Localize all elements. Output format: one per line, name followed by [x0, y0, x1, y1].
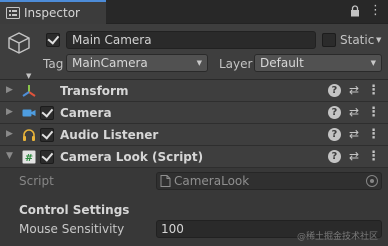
more-menu-icon[interactable]: ⋮ [367, 150, 380, 163]
mouse-sensitivity-label: Mouse Sensitivity [19, 222, 125, 236]
script-hash-icon: # [22, 150, 36, 164]
help-icon[interactable]: ? [327, 150, 341, 163]
static-dropdown-arrow[interactable]: ▼ [376, 36, 381, 44]
icon-dropdown-arrow[interactable]: ▼ [26, 72, 31, 80]
script-component-body: Script CameraLook Control Settings Mouse… [0, 168, 388, 246]
lock-icon[interactable] [350, 5, 360, 17]
more-menu-icon[interactable]: ⋮ [369, 4, 382, 18]
component-title: Audio Listener [60, 128, 159, 142]
layer-dropdown[interactable]: Default ▼ [254, 54, 382, 72]
info-icon [6, 7, 20, 19]
more-menu-icon[interactable]: ⋮ [367, 84, 380, 97]
tab-label: Inspector [24, 6, 80, 20]
component-title: Camera [60, 106, 112, 120]
headphones-icon [23, 129, 35, 141]
object-picker-icon[interactable] [366, 175, 378, 187]
script-value: CameraLook [174, 174, 250, 188]
help-icon[interactable]: ? [327, 106, 341, 119]
chevron-down-icon: ▼ [370, 59, 376, 67]
preset-icon[interactable]: ⇄ [349, 150, 359, 163]
more-menu-icon[interactable]: ⋮ [367, 106, 380, 119]
component-actions: ? ⇄ ⋮ [327, 106, 380, 119]
active-checkbox[interactable] [46, 33, 60, 47]
fold-arrow-icon[interactable]: ▶ [6, 85, 13, 95]
mouse-sensitivity-value: 100 [161, 222, 184, 236]
enabled-checkbox[interactable] [40, 106, 54, 120]
component-transform[interactable]: ▶ Transform ? ⇄ ⋮ [0, 80, 388, 102]
tag-label: Tag [43, 57, 64, 71]
static-label: Static [340, 33, 375, 47]
fold-arrow-expanded-icon[interactable]: ▼ [6, 151, 13, 161]
help-icon[interactable]: ? [327, 84, 341, 97]
preset-icon[interactable]: ⇄ [349, 106, 359, 119]
tag-dropdown[interactable]: MainCamera ▼ [66, 54, 208, 72]
component-actions: ? ⇄ ⋮ [327, 150, 380, 163]
watermark: @稀土掘金技术社区 [296, 232, 378, 242]
fold-arrow-icon[interactable]: ▶ [6, 107, 13, 117]
help-icon[interactable]: ? [327, 128, 341, 141]
component-title: Transform [60, 84, 129, 98]
component-audio-listener[interactable]: ▶ Audio Listener ? ⇄ ⋮ [0, 124, 388, 146]
camera-icon [22, 109, 36, 117]
more-menu-icon[interactable]: ⋮ [367, 128, 380, 141]
enabled-checkbox[interactable] [40, 150, 54, 164]
name-value: Main Camera [72, 33, 152, 47]
script-label: Script [19, 174, 54, 188]
script-file-icon [160, 175, 171, 187]
chevron-down-icon: ▼ [196, 59, 202, 67]
component-title: Camera Look (Script) [60, 150, 204, 164]
script-reference-field[interactable]: CameraLook [156, 172, 382, 190]
preset-icon[interactable]: ⇄ [349, 128, 359, 141]
gameobject-cube-icon[interactable] [6, 30, 32, 56]
gameobject-header: ▼ Main Camera Static ▼ Tag MainCamera ▼ … [0, 24, 388, 80]
tag-value: MainCamera [72, 56, 148, 70]
section-header: Control Settings [19, 203, 130, 217]
name-field[interactable]: Main Camera [66, 31, 316, 49]
tab-inspector[interactable]: Inspector [0, 0, 106, 24]
preset-icon[interactable]: ⇄ [349, 84, 359, 97]
layer-value: Default [260, 56, 304, 70]
fold-arrow-icon[interactable]: ▶ [6, 129, 13, 139]
tab-actions: ⋮ [350, 4, 382, 18]
enabled-checkbox[interactable] [40, 128, 54, 142]
component-actions: ? ⇄ ⋮ [327, 84, 380, 97]
component-camera-look-script[interactable]: ▼ # Camera Look (Script) ? ⇄ ⋮ [0, 146, 388, 168]
component-camera[interactable]: ▶ Camera ? ⇄ ⋮ [0, 102, 388, 124]
svg-text:#: # [25, 153, 33, 164]
transform-axes-icon [22, 85, 36, 97]
component-actions: ? ⇄ ⋮ [327, 128, 380, 141]
static-checkbox[interactable] [322, 33, 336, 47]
tab-bar: Inspector ⋮ [0, 0, 388, 24]
layer-label: Layer [219, 57, 253, 71]
